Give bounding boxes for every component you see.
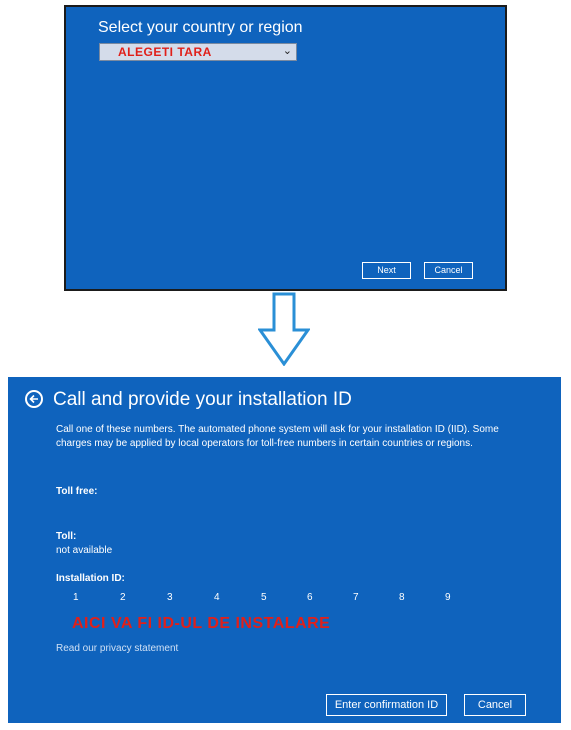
- id-group-9: 9: [445, 592, 451, 603]
- chevron-down-icon: ⌄: [282, 45, 292, 57]
- region-dropdown[interactable]: ALEGETI TARA ⌄: [99, 43, 297, 61]
- id-group-5: 5: [261, 592, 267, 603]
- id-group-3: 3: [167, 592, 173, 603]
- next-button[interactable]: Next: [362, 262, 411, 279]
- region-dropdown-value: ALEGETI TARA: [118, 45, 212, 59]
- instructions-text: Call one of these numbers. The automated…: [56, 424, 499, 449]
- id-group-6: 6: [307, 592, 313, 603]
- id-group-7: 7: [353, 592, 359, 603]
- installation-id-label: Installation ID:: [56, 573, 125, 584]
- id-group-1: 1: [73, 592, 79, 603]
- privacy-statement-link[interactable]: Read our privacy statement: [56, 643, 178, 654]
- page-title: Call and provide your installation ID: [53, 389, 352, 410]
- toll-free-label: Toll free:: [56, 486, 98, 497]
- region-dialog: Select your country or region ALEGETI TA…: [64, 5, 507, 291]
- toll-value: not available: [56, 545, 113, 556]
- region-dialog-title: Select your country or region: [98, 19, 303, 36]
- call-dialog: Call and provide your installation ID Ca…: [8, 377, 561, 723]
- toll-label: Toll:: [56, 531, 77, 542]
- id-group-8: 8: [399, 592, 405, 603]
- cancel-button[interactable]: Cancel: [424, 262, 473, 279]
- installation-id-placeholder: AICI VA FI ID-UL DE INSTALARE: [72, 615, 331, 632]
- down-arrow-icon: [257, 292, 311, 367]
- id-group-4: 4: [214, 592, 220, 603]
- cancel-button[interactable]: Cancel: [464, 694, 526, 716]
- back-arrow-icon[interactable]: [25, 390, 43, 408]
- enter-confirmation-id-button[interactable]: Enter confirmation ID: [326, 694, 447, 716]
- id-group-2: 2: [120, 592, 126, 603]
